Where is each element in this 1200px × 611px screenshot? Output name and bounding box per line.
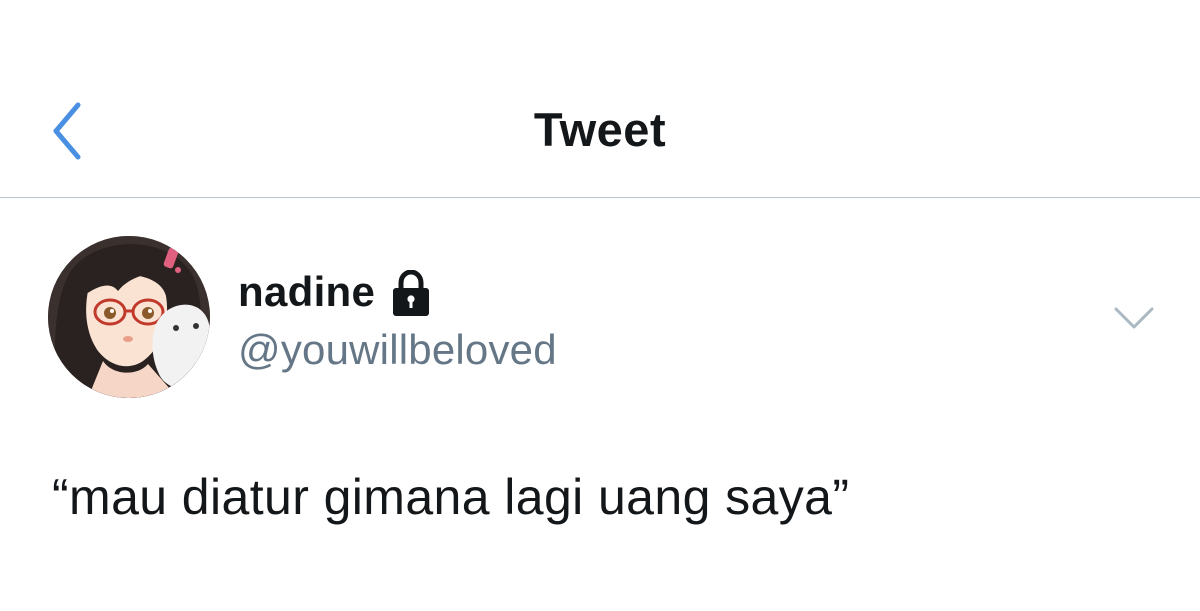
avatar[interactable] bbox=[48, 236, 210, 398]
author-name-row[interactable]: nadine bbox=[238, 266, 433, 318]
tweet-detail: nadine @youwillbeloved “mau diatur giman… bbox=[0, 198, 1200, 611]
display-name[interactable]: nadine bbox=[238, 268, 375, 316]
navigation-bar: Tweet bbox=[0, 0, 1200, 198]
author-handle[interactable]: @youwillbeloved bbox=[238, 326, 557, 374]
avatar-image bbox=[48, 236, 210, 398]
tweet-text: “mau diatur gimana lagi uang saya” bbox=[52, 469, 850, 525]
tweet-menu-button[interactable] bbox=[1108, 298, 1160, 338]
page-title: Tweet bbox=[533, 103, 667, 156]
lock-icon bbox=[393, 270, 430, 316]
chevron-down-icon bbox=[1114, 307, 1154, 329]
